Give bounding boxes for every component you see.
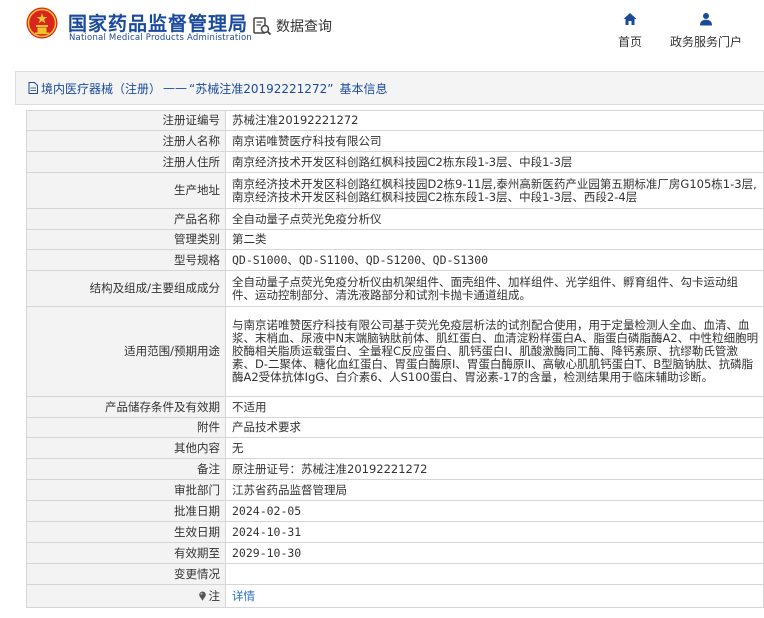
table-row: 有效期至 2029-10-30 [26,542,764,564]
table-row-note: 注 详情 [26,584,764,608]
national-emblem-icon [26,7,58,39]
table-row: 注册证编号 苏械注准20192221272 [26,110,764,131]
logo-title: 国家药品监督管理局 [68,13,249,35]
site-header: 国家药品监督管理局 National Medical Products Admi… [0,0,764,62]
field-label: 审批部门 [26,479,226,501]
field-value: 全自动量子点荧光免疫分析仪 [225,208,764,230]
field-value: 原注册证号：苏械注准20192221272 [225,458,764,480]
nav-home-label: 首页 [617,35,642,49]
field-value [225,563,764,585]
field-label: 结构及组成/主要组成成分 [26,270,226,307]
table-row: 变更情况 [26,563,764,585]
logo-subtitle: National Medical Products Administration [69,33,252,43]
field-label: 批准日期 [26,500,226,522]
table-row: 审批部门 江苏省药品监督管理局 [26,479,764,501]
user-icon [700,13,712,26]
field-value: 江苏省药品监督管理局 [225,479,764,501]
field-label: 注册人名称 [26,130,226,152]
field-value: 2024-02-05 [225,500,764,522]
nav-gov-portal[interactable]: 政务服务门户 [664,10,748,50]
note-value-cell: 详情 [225,584,764,608]
field-label: 备注 [26,458,226,480]
field-label: 产品储存条件及有效期 [26,396,226,418]
table-row: 附件 产品技术要求 [26,417,764,438]
field-value: QD-S1000、QD-S1100、QD-S1200、QD-S1300 [225,249,764,271]
page-title-record: “苏械注准20192221272” [189,81,334,96]
document-search-icon [253,17,272,36]
detail-table: 注册证编号 苏械注准20192221272 注册人名称 南京诺唯赞医疗科技有限公… [26,110,764,608]
field-label: 变更情况 [26,563,226,585]
field-label: 附件 [26,417,226,438]
field-label: 生产地址 [26,172,226,209]
field-value: 南京经济技术开发区科创路红枫科技园D2栋9-11层,泰州高新医药产业园第五期标准… [225,172,764,209]
field-value: 产品技术要求 [225,417,764,438]
field-value: 全自动量子点荧光免疫分析仪由机架组件、面壳组件、加样组件、光学组件、孵育组件、勾… [225,270,764,307]
table-row: 生效日期 2024-10-31 [26,521,764,543]
field-value: 南京经济技术开发区科创路红枫科技园C2栋东段1-3层、中段1-3层 [225,151,764,173]
nav-gov-label: 政务服务门户 [669,35,742,49]
note-label-cell: 注 [26,584,226,608]
table-row: 型号规格 QD-S1000、QD-S1100、QD-S1200、QD-S1300 [26,249,764,271]
data-query-label: 数据查询 [276,19,332,35]
field-value: 南京诺唯赞医疗科技有限公司 [225,130,764,152]
page-title-separator: —— [163,81,188,95]
table-row: 产品名称 全自动量子点荧光免疫分析仪 [26,208,764,230]
field-label: 生效日期 [26,521,226,543]
field-label: 有效期至 [26,542,226,564]
field-label: 适用范围/预期用途 [26,306,226,397]
field-value: 苏械注准20192221272 [225,110,764,131]
document-icon [28,82,38,94]
table-row: 注册人住所 南京经济技术开发区科创路红枫科技园C2栋东段1-3层、中段1-3层 [26,151,764,173]
table-row: 批准日期 2024-02-05 [26,500,764,522]
details-link[interactable]: 详情 [232,589,255,603]
table-row: 适用范围/预期用途 与南京诺唯赞医疗科技有限公司基于荧光免疫层析法的试剂配合使用… [26,306,764,397]
field-label: 注册人住所 [26,151,226,173]
field-value: 2024-10-31 [225,521,764,543]
field-value: 无 [225,437,764,459]
table-row: 注册人名称 南京诺唯赞医疗科技有限公司 [26,130,764,152]
field-label: 管理类别 [26,229,226,250]
data-query-link[interactable]: 数据查询 [252,16,332,36]
page-title-bar: 境内医疗器械（注册） —— “苏械注准20192221272” 基本信息 [15,71,764,105]
nav-home[interactable]: 首页 [612,10,648,50]
table-row: 结构及组成/主要组成成分 全自动量子点荧光免疫分析仪由机架组件、面壳组件、加样组… [26,270,764,307]
home-icon [623,13,637,25]
table-row: 生产地址 南京经济技术开发区科创路红枫科技园D2栋9-11层,泰州高新医药产业园… [26,172,764,209]
table-row: 管理类别 第二类 [26,229,764,250]
note-label: 注 [208,588,221,603]
field-label: 其他内容 [26,437,226,459]
page-title-category: 境内医疗器械（注册） [41,81,162,96]
table-row: 产品储存条件及有效期 不适用 [26,396,764,418]
field-value: 第二类 [225,229,764,250]
field-label: 型号规格 [26,249,226,271]
field-label: 产品名称 [26,208,226,230]
field-value: 不适用 [225,396,764,418]
page-title-suffix: 基本信息 [339,81,388,96]
pin-icon [198,591,206,601]
table-row: 备注 原注册证号：苏械注准20192221272 [26,458,764,480]
field-value: 2029-10-30 [225,542,764,564]
field-label: 注册证编号 [26,110,226,131]
field-value: 与南京诺唯赞医疗科技有限公司基于荧光免疫层析法的试剂配合使用，用于定量检测人全血… [225,306,764,397]
table-row: 其他内容 无 [26,437,764,459]
